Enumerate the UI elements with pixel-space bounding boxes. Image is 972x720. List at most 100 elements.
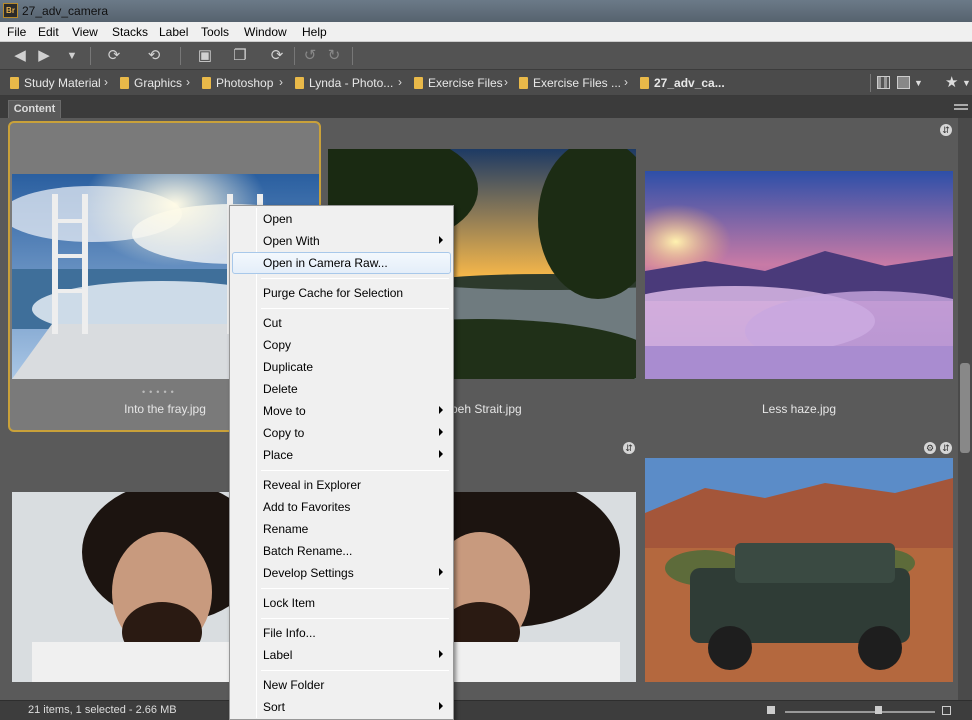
thumbnail-desert-jeep[interactable] — [645, 458, 953, 682]
window-title: 27_adv_camera — [22, 4, 109, 18]
grid-view-icon[interactable] — [877, 76, 890, 89]
folder-icon — [519, 77, 528, 89]
menu-item-rename[interactable]: Rename — [232, 518, 451, 540]
get-photos-icon[interactable]: ▣ — [194, 46, 216, 66]
chevron-right-icon[interactable]: › — [624, 75, 628, 89]
panel-menu-icon[interactable] — [954, 104, 968, 110]
menu-item-label: Lock Item — [263, 596, 316, 610]
menu-item-develop-settings[interactable]: Develop Settings — [232, 562, 451, 584]
menu-edit[interactable]: Edit — [38, 25, 59, 39]
menu-item-open-with[interactable]: Open With — [232, 230, 451, 252]
menu-separator — [261, 308, 449, 309]
folder-icon — [202, 77, 211, 89]
refine-icon[interactable]: ❐ — [226, 46, 254, 66]
slider-knob[interactable] — [875, 706, 882, 714]
path-bar: Study Material › Graphics › Photoshop › … — [0, 70, 972, 96]
breadcrumb-label: Lynda - Photo... — [309, 76, 394, 90]
chevron-right-icon[interactable]: › — [504, 75, 508, 89]
menu-item-label[interactable]: Label — [232, 644, 451, 666]
menu-separator — [261, 588, 449, 589]
chevron-right-icon[interactable]: › — [104, 75, 108, 89]
open-in-camera-raw-icon[interactable]: ⟳ — [266, 46, 288, 66]
thumbnail-less-haze[interactable] — [645, 171, 953, 379]
menu-item-open-in-camera-raw[interactable]: Open in Camera Raw... — [232, 252, 451, 274]
menu-help[interactable]: Help — [302, 25, 327, 39]
menu-view[interactable]: View — [72, 25, 98, 39]
breadcrumb-label: Exercise Files — [428, 76, 503, 90]
rating-dots[interactable]: ••••• — [142, 387, 178, 397]
menu-item-label: Place — [263, 448, 294, 462]
menu-file[interactable]: File — [7, 25, 26, 39]
breadcrumb-label: Study Material — [24, 76, 101, 90]
tab-content[interactable]: Content — [8, 100, 61, 118]
menu-separator — [261, 278, 449, 279]
menu-item-add-to-favorites[interactable]: Add to Favorites — [232, 496, 451, 518]
breadcrumb-item[interactable]: Photoshop — [202, 76, 273, 92]
menu-item-copy-to[interactable]: Copy to — [232, 422, 451, 444]
menu-item-label: New Folder — [263, 678, 325, 692]
menu-separator — [261, 618, 449, 619]
menu-item-file-info[interactable]: File Info... — [232, 622, 451, 644]
menu-item-purge-cache[interactable]: Purge Cache for Selection — [232, 282, 451, 304]
menu-item-place[interactable]: Place — [232, 444, 451, 466]
breadcrumb-item[interactable]: Graphics — [120, 76, 182, 92]
menu-item-label: Copy — [263, 338, 292, 352]
menu-item-sort[interactable]: Sort — [232, 696, 451, 718]
status-bar: 21 items, 1 selected - 2.66 MB — [0, 700, 972, 720]
breadcrumb-item[interactable]: Study Material — [10, 76, 101, 92]
menu-item-copy[interactable]: Copy — [232, 334, 451, 356]
folder-icon — [120, 77, 129, 89]
recent-dropdown-icon[interactable]: ▼ — [62, 46, 82, 66]
camera-raw-icon[interactable]: ⟲ — [144, 46, 164, 66]
menu-item-cut[interactable]: Cut — [232, 312, 451, 334]
menu-item-label: Develop Settings — [263, 566, 354, 580]
menu-item-move-to[interactable]: Move to — [232, 400, 451, 422]
menu-label[interactable]: Label — [159, 25, 188, 39]
quality-dropdown-icon[interactable]: ▼ — [914, 78, 923, 88]
folder-icon — [640, 77, 649, 89]
stack-badge-icon[interactable]: ⇵ — [940, 442, 952, 454]
breadcrumb-item[interactable]: Exercise Files ... — [519, 76, 621, 92]
zoom-out-icon[interactable] — [767, 706, 775, 714]
rotate-left-icon[interactable]: ↺ — [300, 46, 320, 66]
menu-item-duplicate[interactable]: Duplicate — [232, 356, 451, 378]
menu-stacks[interactable]: Stacks — [112, 25, 148, 39]
breadcrumb-item[interactable]: Exercise Files — [414, 76, 503, 92]
forward-arrow-icon[interactable]: ▶ — [34, 46, 54, 66]
menu-item-reveal-in-explorer[interactable]: Reveal in Explorer — [232, 474, 451, 496]
back-arrow-icon[interactable]: ◀ — [10, 46, 30, 66]
menu-window[interactable]: Window — [244, 25, 287, 39]
thumbnail-caption[interactable]: Less haze.jpg — [644, 402, 954, 416]
submenu-arrow-icon — [439, 450, 443, 458]
menu-item-delete[interactable]: Delete — [232, 378, 451, 400]
boomerang-icon[interactable]: ⟳ — [100, 46, 128, 66]
rotate-right-icon[interactable]: ↻ — [324, 46, 344, 66]
menu-item-new-folder[interactable]: New Folder — [232, 674, 451, 696]
zoom-in-icon[interactable] — [942, 706, 951, 715]
submenu-arrow-icon — [439, 650, 443, 658]
menu-item-label: Add to Favorites — [263, 500, 351, 514]
breadcrumb-label: Photoshop — [216, 76, 274, 90]
vertical-scrollbar[interactable] — [958, 118, 972, 700]
stack-badge-icon[interactable]: ⇵ — [940, 124, 952, 136]
bridge-app-icon[interactable]: Br — [3, 3, 18, 18]
filter-dropdown-icon[interactable]: ▼ — [962, 78, 971, 88]
thumbnail-quality-icon[interactable] — [897, 76, 910, 89]
star-filter-icon[interactable]: ★ — [945, 73, 958, 91]
breadcrumb-current[interactable]: 27_adv_ca... — [640, 76, 725, 92]
menu-item-label: Cut — [263, 316, 282, 330]
toolbar-divider — [294, 47, 295, 65]
scrollbar-thumb[interactable] — [960, 363, 970, 453]
breadcrumb-item[interactable]: Lynda - Photo... — [295, 76, 393, 92]
chevron-right-icon[interactable]: › — [398, 75, 402, 89]
menu-item-lock-item[interactable]: Lock Item — [232, 592, 451, 614]
chevron-right-icon[interactable]: › — [186, 75, 190, 89]
settings-badge-icon[interactable]: ⚙ — [924, 442, 936, 454]
thumbnail-size-slider[interactable] — [785, 711, 935, 713]
menu-item-open[interactable]: Open — [232, 208, 451, 230]
menu-tools[interactable]: Tools — [201, 25, 229, 39]
toolbar-divider — [352, 47, 353, 65]
stack-badge-icon[interactable]: ⇵ — [623, 442, 635, 454]
chevron-right-icon[interactable]: › — [279, 75, 283, 89]
menu-item-batch-rename[interactable]: Batch Rename... — [232, 540, 451, 562]
